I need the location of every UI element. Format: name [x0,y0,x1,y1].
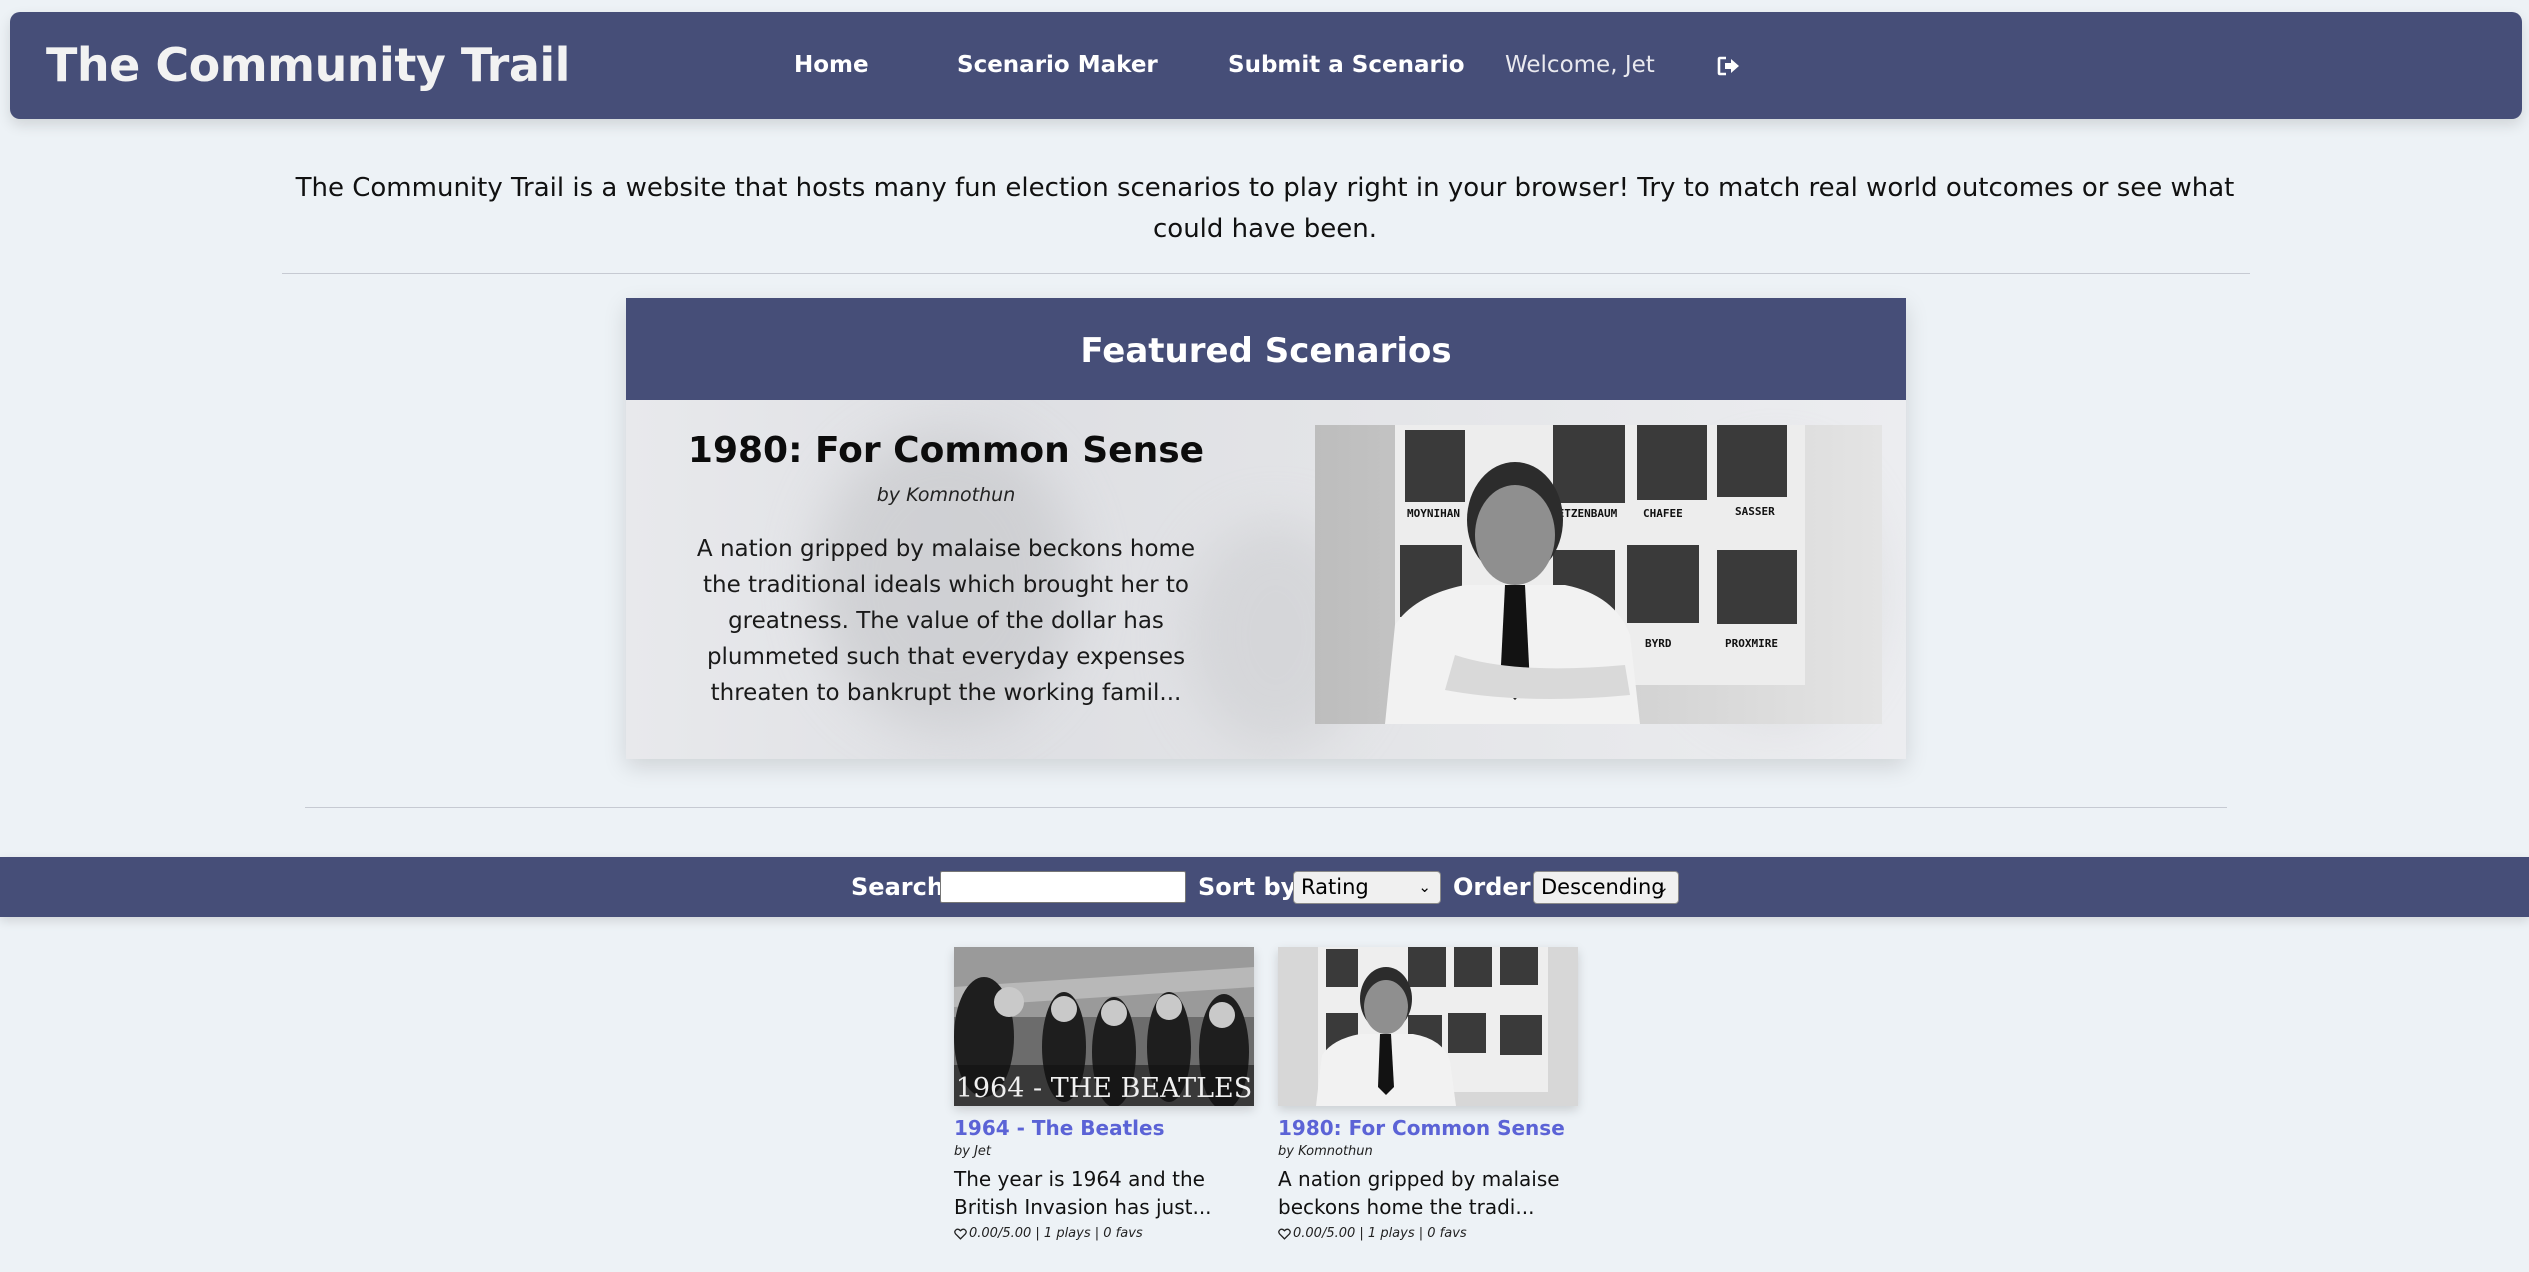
scenario-description: The year is 1964 and the British Invasio… [954,1167,1212,1219]
featured-heading: Featured Scenarios [626,298,1906,400]
featured-slide[interactable]: 1980: For Common Sense by Komnothun A na… [626,400,1906,759]
scenario-author: by Komnothun [1278,1144,1373,1159]
search-input[interactable] [940,871,1186,903]
featured-title[interactable]: 1980: For Common Sense [626,430,1266,471]
scenario-title[interactable]: 1980: For Common Sense [1278,1116,1578,1140]
scenario-stats: 0.00/5.00 | 1 plays | 0 favs [954,1226,1254,1241]
site-brand[interactable]: The Community Trail [46,12,570,119]
order-value: Descending [1541,875,1665,899]
sort-label: Sort by: [1198,873,1306,901]
search-sort-bar: Search: Sort by: Rating ⌄ Order: Descend… [0,857,2529,917]
search-label: Search: [851,873,954,901]
divider [305,807,2227,808]
thumbnail-caption: 1964 - THE BEATLES [956,1073,1253,1104]
sort-select[interactable]: Rating ⌄ [1293,871,1441,904]
image-label: MOYNIHAN [1407,507,1460,520]
intro-text: The Community Trail is a website that ho… [295,173,2235,244]
image-label: BYRD [1645,637,1672,650]
order-select[interactable]: Descending ⌄ [1533,871,1679,904]
scenario-card[interactable]: 1964 - THE BEATLES 1964 - The Beatles by… [954,947,1254,1241]
heart-icon [954,1228,967,1240]
featured-image[interactable]: MOYNIHAN METZENBAUM CHAFEE SASSER BYRD P… [1315,425,1882,724]
scenario-thumbnail[interactable] [1278,947,1578,1106]
image-label: SASSER [1735,505,1775,518]
top-navbar: The Community Trail Home Scenario Maker … [10,12,2522,119]
heart-icon [1278,1228,1291,1240]
divider [282,273,2250,274]
featured-author: by Komnothun [876,484,1016,506]
scenario-author: by Jet [954,1144,992,1159]
image-label: PROXMIRE [1725,637,1778,650]
featured-scenarios-panel: Featured Scenarios 1980: For Common Sens… [626,298,1906,759]
sort-value: Rating [1301,875,1369,899]
stats-text: 0.00/5.00 | 1 plays | 0 favs [969,1226,1143,1241]
welcome-text: Welcome, Jet [1505,52,1655,78]
nav-scenario-maker[interactable]: Scenario Maker [957,12,1158,119]
order-label: Order: [1453,873,1541,901]
scenario-description: A nation gripped by malaise beckons home… [1278,1167,1560,1219]
image-label: CHAFEE [1643,507,1683,520]
sign-out-icon[interactable] [1715,52,1745,80]
scenario-stats: 0.00/5.00 | 1 plays | 0 favs [1278,1226,1578,1241]
featured-description: A nation gripped by malaise beckons home… [696,536,1196,706]
chevron-down-icon: ⌄ [1418,878,1431,896]
scenario-card[interactable]: 1980: For Common Sense by Komnothun A na… [1278,947,1578,1241]
chevron-down-icon: ⌄ [1656,878,1669,896]
scenario-thumbnail[interactable]: 1964 - THE BEATLES [954,947,1254,1106]
nav-submit-scenario[interactable]: Submit a Scenario [1228,12,1465,119]
scenario-title[interactable]: 1964 - The Beatles [954,1116,1254,1140]
stats-text: 0.00/5.00 | 1 plays | 0 favs [1293,1226,1467,1241]
nav-home[interactable]: Home [794,12,869,119]
